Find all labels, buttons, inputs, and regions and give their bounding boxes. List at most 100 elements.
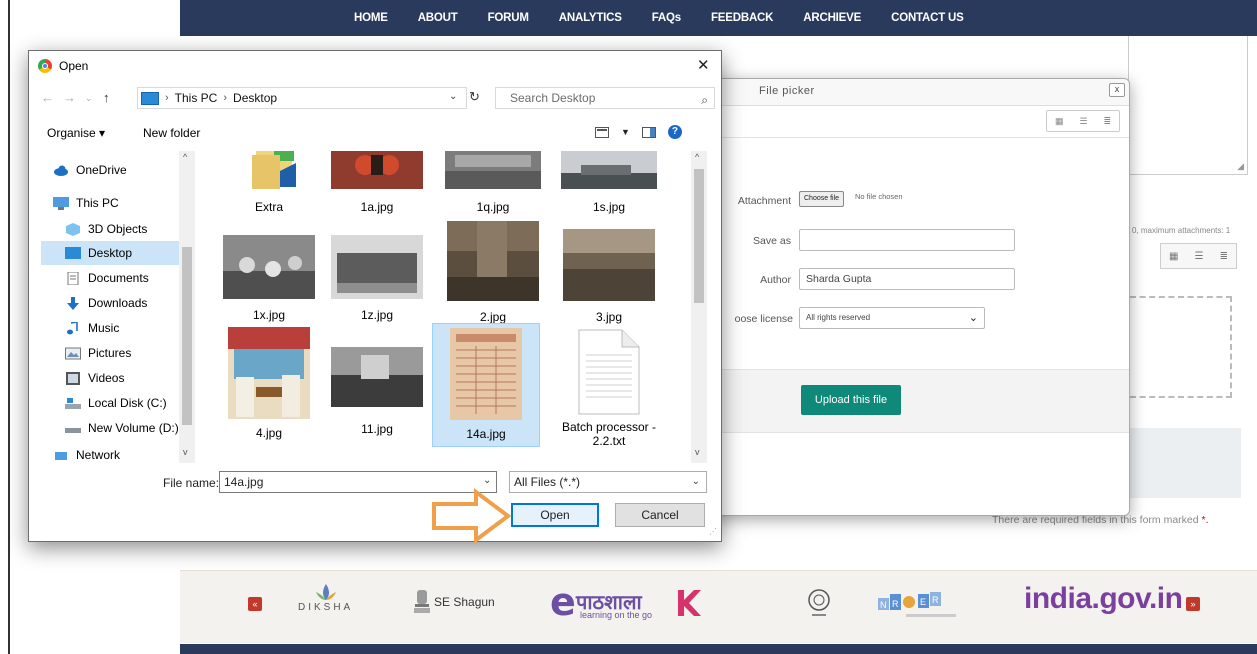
file-picker-close-button[interactable]: x xyxy=(1109,83,1125,97)
nav-network[interactable]: Network xyxy=(41,448,179,462)
file-tile[interactable]: Extra xyxy=(215,151,323,214)
scroll-up-icon[interactable]: ^ xyxy=(695,152,699,162)
circular-emblem-icon xyxy=(808,589,830,616)
scroll-down-icon[interactable]: v xyxy=(183,447,188,457)
save-as-input[interactable] xyxy=(799,229,1015,251)
resize-grip-icon[interactable]: ⋰ xyxy=(709,527,717,536)
file-tile[interactable]: 1q.jpg xyxy=(439,151,547,214)
picker-view-buttons[interactable]: ▦ ☰ ≣ xyxy=(1046,110,1120,132)
emblem-logo[interactable] xyxy=(806,586,832,620)
nav-feedback-link[interactable]: FEEDBACK xyxy=(711,12,773,24)
nav-videos[interactable]: Videos xyxy=(53,366,191,390)
breadcrumb-desktop[interactable]: Desktop xyxy=(233,91,277,105)
nav-contact-link[interactable]: CONTACT US xyxy=(891,12,964,24)
nav-about-link[interactable]: ABOUT xyxy=(418,12,458,24)
nav-scrollbar[interactable]: ^ v xyxy=(179,151,195,463)
file-tile[interactable]: 1x.jpg xyxy=(215,235,323,322)
nav-new-volume[interactable]: New Volume (D:) xyxy=(53,416,191,440)
file-tile[interactable]: 3.jpg xyxy=(555,229,663,324)
search-input[interactable]: Search Desktop ⌕ xyxy=(495,87,715,109)
download-icon xyxy=(67,296,79,310)
upload-file-button[interactable]: Upload this file xyxy=(801,385,901,415)
cloud-icon xyxy=(54,165,68,176)
nav-pictures[interactable]: Pictures xyxy=(53,341,191,365)
video-icon xyxy=(66,371,80,385)
view-mode-buttons[interactable]: ▦ ☰ ≣ xyxy=(1160,243,1237,269)
preview-pane-icon[interactable] xyxy=(641,126,656,138)
india-gov-logo[interactable]: india.gov.in xyxy=(1024,582,1183,616)
nav-onedrive[interactable]: OneDrive xyxy=(41,158,179,182)
forward-arrow-icon[interactable]: → xyxy=(63,90,76,105)
organise-menu[interactable]: Organise ▾ xyxy=(47,126,105,140)
nav-analytics-link[interactable]: ANALYTICS xyxy=(559,12,622,24)
choose-file-button[interactable]: Choose file xyxy=(799,191,845,207)
nav-archieve-link[interactable]: ARCHIEVE xyxy=(803,12,861,24)
cancel-button[interactable]: Cancel xyxy=(615,503,705,527)
resize-handle-icon[interactable]: ◢ xyxy=(1237,161,1244,172)
open-button[interactable]: Open xyxy=(511,503,599,527)
file-tile[interactable]: 1a.jpg xyxy=(323,151,431,214)
scroll-up-icon[interactable]: ^ xyxy=(183,152,187,162)
file-tile[interactable]: 4.jpg xyxy=(215,327,323,440)
carousel-prev-button[interactable]: « xyxy=(248,597,262,611)
file-name-dropdown-icon[interactable]: ⌄ xyxy=(483,475,491,486)
tree-view-icon[interactable]: ≣ xyxy=(1220,251,1228,262)
footer-bottom-bar xyxy=(180,644,1257,654)
grid-view-icon[interactable]: ▦ xyxy=(1169,251,1178,262)
epathshala-logo[interactable]: e पाठशाला learning on the go xyxy=(550,580,710,624)
view-dropdown-icon[interactable]: ▼ xyxy=(621,127,630,137)
diksha-logo[interactable]: DIKSHA xyxy=(298,582,353,613)
image-thumbnail-icon xyxy=(223,235,315,299)
nav-faqs-link[interactable]: FAQs xyxy=(652,12,681,24)
file-tile[interactable]: Batch processor - 2.2.txt xyxy=(555,329,663,448)
file-tile[interactable]: 1s.jpg xyxy=(555,151,663,214)
change-view-icon[interactable] xyxy=(595,126,609,138)
file-type-select[interactable]: All Files (*.*) ⌄ xyxy=(509,471,707,493)
nav-downloads[interactable]: Downloads xyxy=(53,291,191,315)
description-textarea[interactable]: ◢ xyxy=(1128,36,1248,175)
nav-home-link[interactable]: HOME xyxy=(354,12,388,24)
recent-locations-icon[interactable]: ⌄ xyxy=(85,93,93,104)
grid-view-icon[interactable]: ▦ xyxy=(1055,116,1064,127)
address-bar[interactable]: › This PC › Desktop xyxy=(137,87,467,109)
scroll-down-icon[interactable]: v xyxy=(695,447,700,457)
back-arrow-icon[interactable]: ← xyxy=(41,90,54,105)
file-tile-selected[interactable]: 14a.jpg xyxy=(432,323,540,447)
carousel-next-button[interactable]: » xyxy=(1186,597,1200,611)
files-scroll-thumb[interactable] xyxy=(694,169,704,303)
list-view-icon[interactable]: ☰ xyxy=(1079,116,1087,127)
nav-forum-link[interactable]: FORUM xyxy=(488,12,529,24)
nroer-logo[interactable]: N R E R xyxy=(876,590,960,624)
nav-scroll-thumb[interactable] xyxy=(182,247,192,425)
nav-music[interactable]: Music xyxy=(53,316,191,340)
refresh-icon[interactable]: ↻ xyxy=(469,89,480,105)
files-scrollbar[interactable]: ^ v xyxy=(691,151,707,463)
nav-documents[interactable]: Documents xyxy=(53,266,191,290)
image-thumbnail-icon xyxy=(561,151,657,189)
address-dropdown-icon[interactable]: ⌄ xyxy=(449,91,457,102)
dialog-close-button[interactable]: ✕ xyxy=(697,56,710,74)
shagun-logo[interactable]: SE Shagun xyxy=(412,588,495,616)
author-input[interactable]: Sharda Gupta xyxy=(799,268,1015,290)
up-arrow-icon[interactable]: ↑ xyxy=(103,90,110,105)
nav-desktop[interactable]: Desktop xyxy=(41,241,179,265)
list-view-icon[interactable]: ☰ xyxy=(1195,251,1204,262)
license-select[interactable]: All rights reserved ⌄ xyxy=(799,307,985,329)
file-dropzone[interactable] xyxy=(1130,296,1232,398)
file-tile[interactable]: 1z.jpg xyxy=(323,235,431,322)
breadcrumb-this-pc[interactable]: This PC xyxy=(175,91,218,105)
nav-this-pc[interactable]: This PC xyxy=(41,191,179,215)
svg-text:N: N xyxy=(880,600,887,610)
nav-local-disk[interactable]: Local Disk (C:) xyxy=(53,391,191,415)
file-picker-title: File picker xyxy=(759,85,815,97)
prev-arrow-icon: « xyxy=(248,597,262,611)
nav-3d-objects[interactable]: 3D Objects xyxy=(53,217,191,241)
help-icon[interactable]: ? xyxy=(667,125,682,139)
file-tile[interactable]: 2.jpg xyxy=(439,221,547,324)
attachments-note: 0, maximum attachments: 1 xyxy=(1132,226,1231,235)
new-folder-button[interactable]: New folder xyxy=(143,126,200,140)
folder-icon xyxy=(252,151,296,189)
network-icon xyxy=(55,452,67,460)
tree-view-icon[interactable]: ≣ xyxy=(1103,116,1111,127)
file-tile[interactable]: 11.jpg xyxy=(323,347,431,436)
